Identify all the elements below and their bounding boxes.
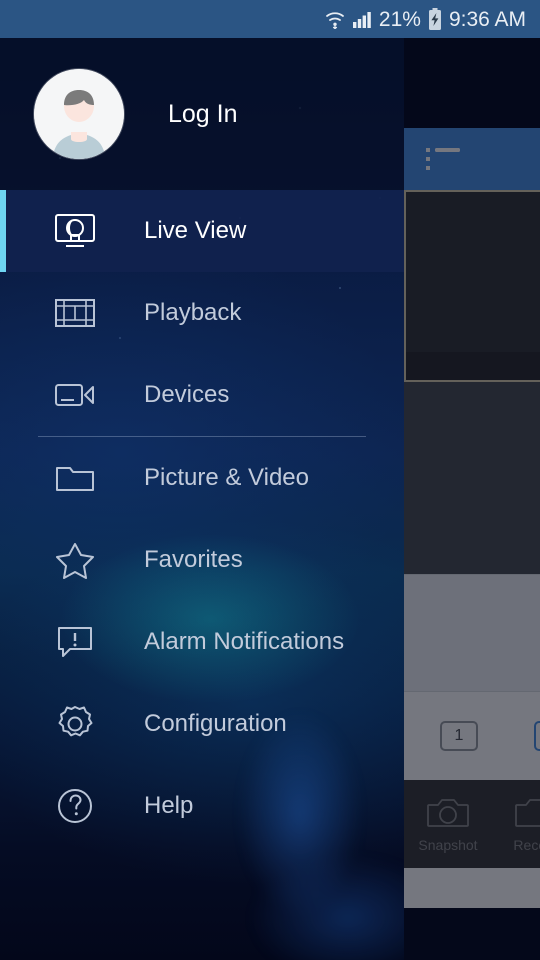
- clock-label: 9:36 AM: [448, 7, 526, 31]
- folder-icon: [52, 458, 98, 498]
- sidebar-item-devices-label: Devices: [144, 381, 230, 408]
- status-bar: 21% 9:36 AM: [0, 0, 540, 38]
- sidebar-item-live-view[interactable]: Live View: [0, 190, 404, 272]
- film-strip-icon: [52, 293, 98, 333]
- drawer-menu: Live View Playback Devices Picture & Vid…: [0, 190, 404, 847]
- login-label[interactable]: Log In: [168, 100, 238, 129]
- video-camera-icon: [52, 375, 98, 415]
- sidebar-item-picture-video[interactable]: Picture & Video: [0, 437, 404, 519]
- profile-header[interactable]: Log In: [0, 38, 404, 190]
- battery-charging-icon: [428, 8, 442, 30]
- sidebar-item-live-view-label: Live View: [144, 217, 247, 244]
- monitor-camera-icon: [52, 211, 98, 251]
- alert-bubble-icon: [52, 622, 98, 662]
- navigation-drawer: Log In Live View Playback Devices Pictur…: [0, 38, 404, 960]
- cellular-signal-icon: [352, 9, 372, 29]
- sidebar-item-alarm-notifications-label: Alarm Notifications: [144, 628, 345, 655]
- sidebar-item-help[interactable]: Help: [0, 765, 404, 847]
- sidebar-item-configuration[interactable]: Configuration: [0, 683, 404, 765]
- sidebar-item-picture-video-label: Picture & Video: [144, 464, 309, 491]
- sidebar-item-playback[interactable]: Playback: [0, 272, 404, 354]
- sidebar-item-configuration-label: Configuration: [144, 710, 287, 737]
- sidebar-item-help-label: Help: [144, 792, 194, 819]
- app-root: HD 1 4 Snapshot: [0, 0, 540, 960]
- sidebar-item-playback-label: Playback: [144, 299, 242, 326]
- star-icon: [52, 540, 98, 580]
- sidebar-item-alarm-notifications[interactable]: Alarm Notifications: [0, 601, 404, 683]
- sidebar-item-devices[interactable]: Devices: [0, 354, 404, 436]
- gear-icon: [52, 704, 98, 744]
- battery-percent-label: 21%: [378, 7, 421, 31]
- sidebar-item-favorites[interactable]: Favorites: [0, 519, 404, 601]
- wifi-icon: [325, 9, 345, 29]
- sidebar-item-favorites-label: Favorites: [144, 546, 243, 573]
- question-circle-icon: [52, 786, 98, 826]
- avatar[interactable]: [34, 69, 124, 159]
